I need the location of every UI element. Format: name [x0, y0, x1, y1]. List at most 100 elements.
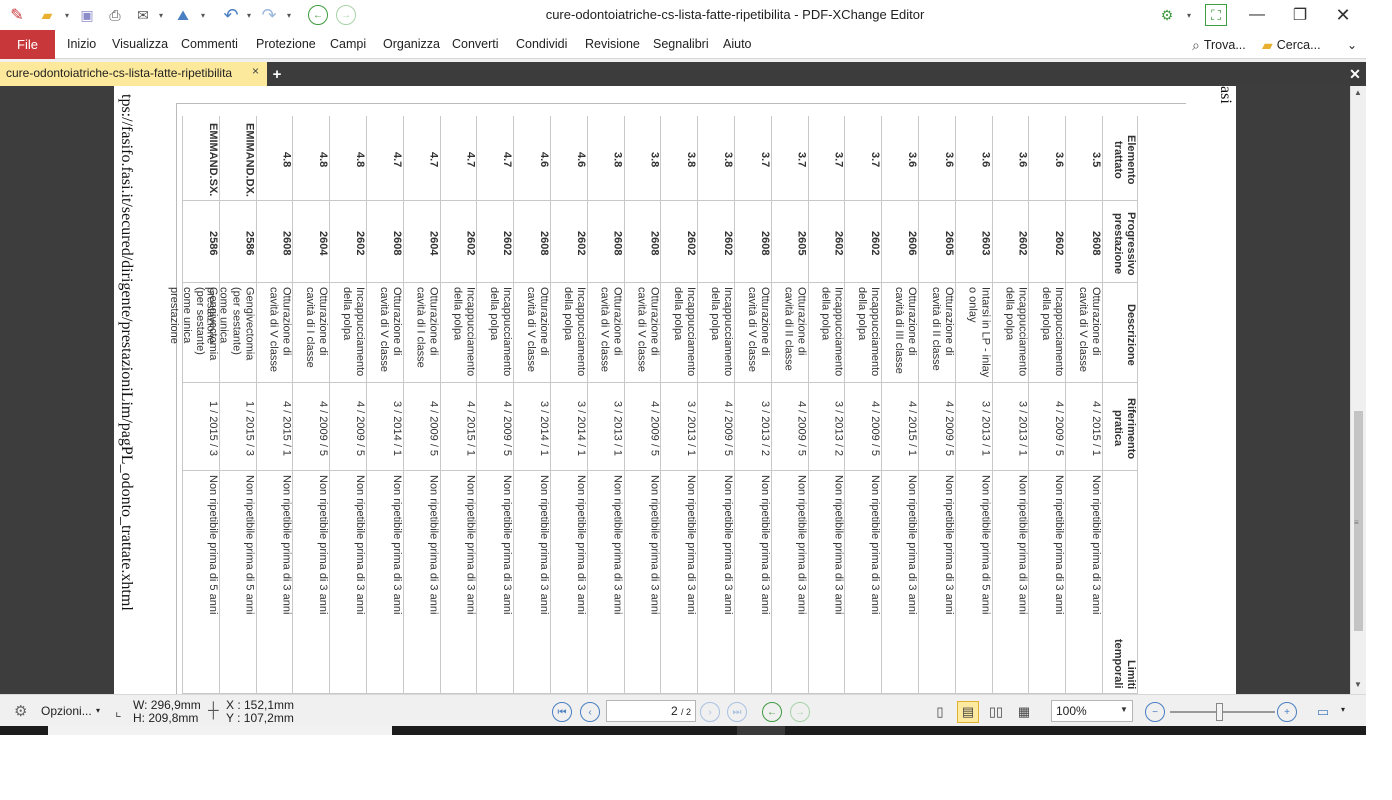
menu-aiuto[interactable]: Aiuto — [723, 37, 752, 51]
fit-page-icon[interactable]: ▭ — [1312, 701, 1334, 723]
open-dropdown-icon[interactable]: ▾ — [62, 4, 72, 26]
previous-view-icon[interactable]: ← — [762, 702, 782, 722]
table-cell-desc: Otturazione di cavità di I classe — [293, 283, 330, 383]
back-view-icon[interactable]: ← — [308, 5, 328, 25]
fit-dropdown-icon[interactable]: ▾ — [1341, 705, 1345, 714]
table-row: 4.6 2608 Otturazione di cavità di V classe… — [513, 116, 550, 694]
menu-bar: File Inizio Visualizza Commenti Protezio… — [0, 30, 1366, 59]
table-cell-lim: Non ripetibile prima di 3 anni — [293, 471, 330, 694]
table-cell-rif: 4 / 2015 / 1 — [440, 383, 477, 471]
zoom-slider-handle[interactable] — [1216, 703, 1223, 721]
continuous-facing-view-icon[interactable]: ▦ — [1013, 701, 1035, 723]
page-current: 2 — [670, 704, 678, 718]
pdf-xchange-window: ✎ ▰ ▾ ▣ ⎙ ✉ ▾ ⛰ ▾ ↶ ▾ ↷ ▾ ← → cure-odont… — [0, 0, 1366, 735]
table-cell-prog: 2606 — [882, 201, 918, 283]
email-icon[interactable]: ✉ — [132, 4, 154, 26]
page-number-input[interactable]: 2 / 2 — [606, 700, 696, 722]
close-window-button[interactable]: ✕ — [1320, 0, 1366, 30]
menu-visualizza[interactable]: Visualizza — [112, 37, 168, 51]
table-row: 3.7 2602 Incappucciamento della polpa 3 / 2… — [807, 116, 845, 694]
table-cell-rif: 3 / 2013 / 2 — [735, 383, 771, 471]
facing-view-icon[interactable]: ▯▯ — [985, 701, 1007, 723]
menu-commenti[interactable]: Commenti — [181, 37, 238, 51]
table-cell-desc: Otturazione di cavità di V classe — [1066, 283, 1102, 383]
table-row: 3.8 2602 Incappucciamento della polpa 3 / 2… — [660, 116, 698, 694]
vertical-scrollbar[interactable]: ▲ ≡ ▼ — [1350, 86, 1366, 694]
previous-page-icon[interactable]: ‹ — [580, 702, 600, 722]
table-cell-lim: Non ripetibile prima di 3 anni — [403, 471, 440, 694]
table-header-elemento: Elemento trattato — [1103, 116, 1137, 201]
table-cell-elem: 3.8 — [587, 116, 624, 201]
scan-dropdown-icon[interactable]: ▾ — [198, 4, 208, 26]
table-cell-rif: 4 / 2009 / 5 — [698, 383, 734, 471]
ribbon-collapse-icon[interactable]: ⌄ — [1347, 34, 1357, 56]
menu-segnalibri[interactable]: Segnalibri — [653, 37, 709, 51]
table-cell-prog: 2608 — [256, 201, 293, 283]
table-cell-desc: Incappucciamento della polpa — [1029, 283, 1066, 383]
menu-protezione[interactable]: Protezione — [256, 37, 316, 51]
forward-view-icon[interactable]: → — [336, 5, 356, 25]
table-cell-prog: 2602 — [992, 201, 1029, 283]
options-gear-icon[interactable]: ⚙ — [14, 702, 27, 720]
table-cell-prog: 2602 — [330, 201, 366, 283]
menu-organizza[interactable]: Organizza — [383, 37, 440, 51]
search-folder-icon: ▰ — [1262, 36, 1273, 53]
table-cell-lim: Non ripetibile prima di 3 anni — [882, 471, 918, 694]
maximize-button[interactable]: ❐ — [1277, 0, 1323, 30]
new-tab-icon[interactable]: + — [268, 64, 286, 84]
table-cell-prog: 2586 — [219, 201, 256, 283]
table-cell-rif: 4 / 2009 / 5 — [771, 383, 808, 471]
ui-options-icon[interactable]: ⚙ — [1156, 4, 1178, 26]
open-folder-icon[interactable]: ▰ — [36, 4, 58, 26]
menu-converti[interactable]: Converti — [452, 37, 499, 51]
zoom-dropdown-icon[interactable]: ▼ — [1120, 705, 1128, 714]
continuous-view-icon[interactable]: ▤ — [957, 701, 979, 723]
table-cell-rif: 4 / 2015 / 1 — [256, 383, 293, 471]
redo-dropdown-icon[interactable]: ▾ — [284, 4, 294, 26]
table-cell-lim: Non ripetibile prima di 3 anni — [330, 471, 366, 694]
menu-revisione[interactable]: Revisione — [585, 37, 640, 51]
table-cell-rif: 4 / 2009 / 5 — [919, 383, 955, 471]
ui-options-dropdown-icon[interactable]: ▾ — [1184, 4, 1194, 26]
single-page-view-icon[interactable]: ▯ — [929, 701, 951, 723]
table-header-riferimento: Riferimento pratica — [1103, 383, 1137, 471]
table-cell-lim: Non ripetibile prima di 3 anni — [698, 471, 734, 694]
next-view-icon[interactable]: → — [790, 702, 810, 722]
scroll-down-icon[interactable]: ▼ — [1354, 680, 1362, 689]
email-dropdown-icon[interactable]: ▾ — [156, 4, 166, 26]
options-button[interactable]: Opzioni... — [41, 704, 92, 718]
zoom-out-icon[interactable]: − — [1145, 702, 1165, 722]
undo-dropdown-icon[interactable]: ▾ — [244, 4, 254, 26]
next-page-icon[interactable]: › — [700, 702, 720, 722]
page-height: H: 209,8mm — [133, 711, 199, 725]
undo-icon[interactable]: ↶ — [220, 4, 242, 26]
print-icon[interactable]: ⎙ — [104, 4, 126, 26]
scan-icon[interactable]: ⛰ — [172, 4, 194, 26]
minimize-button[interactable]: — — [1234, 0, 1280, 30]
tab-close-icon[interactable]: × — [252, 64, 259, 78]
table-row: 3.6 2603 Intarsi in LP - inlay o onlay 3 / … — [954, 116, 992, 694]
table-cell-lim: Non ripetibile prima di 3 anni — [808, 471, 845, 694]
last-page-icon[interactable]: ⏭ — [727, 702, 747, 722]
file-menu-button[interactable]: File — [0, 30, 55, 59]
zoom-in-icon[interactable]: + — [1277, 702, 1297, 722]
table-row: 4.7 2604 Otturazione di cavità di I classe… — [402, 116, 440, 694]
find-button[interactable]: ⌕ Trova... — [1192, 34, 1246, 56]
table-cell-elem: 4.6 — [514, 116, 550, 201]
document-viewport[interactable]: tps://fasifo.fasi.it/secured/dirigente/p… — [0, 86, 1350, 694]
table-cell-elem: 4.7 — [440, 116, 477, 201]
table-row: 3.5 2608 Otturazione di cavità di V classe… — [1065, 116, 1102, 694]
search-button[interactable]: ▰ Cerca... — [1262, 34, 1321, 56]
menu-condividi[interactable]: Condividi — [516, 37, 567, 51]
redo-icon[interactable]: ↷ — [258, 4, 280, 26]
table-cell-desc: Otturazione di cavità di V classe — [624, 283, 661, 383]
options-dropdown-icon[interactable]: ▾ — [96, 706, 100, 715]
scroll-up-icon[interactable]: ▲ — [1354, 88, 1362, 97]
menu-inizio[interactable]: Inizio — [67, 37, 96, 51]
document-tab[interactable]: cure-odontoiatriche-cs-lista-fatte-ripet… — [0, 62, 267, 86]
fullscreen-icon[interactable]: ⛶ — [1205, 4, 1227, 26]
first-page-icon[interactable]: ⏮ — [552, 702, 572, 722]
menu-campi[interactable]: Campi — [330, 37, 366, 51]
close-all-tabs-icon[interactable]: ✕ — [1346, 64, 1364, 84]
save-icon[interactable]: ▣ — [76, 4, 98, 26]
